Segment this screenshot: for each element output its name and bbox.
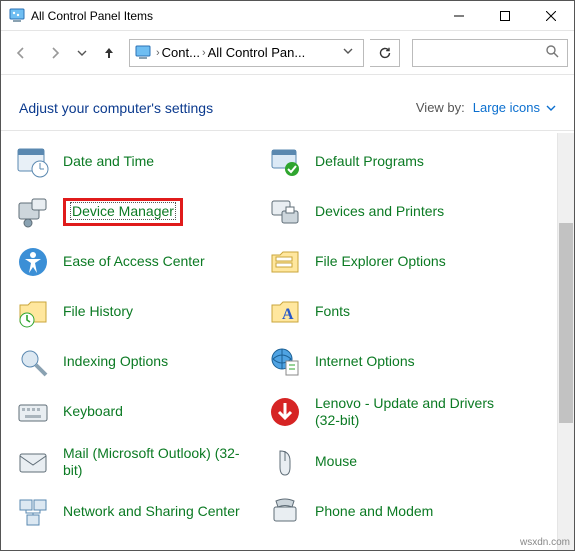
view-by-value: Large icons — [473, 100, 540, 115]
item-label: Fonts — [315, 303, 350, 321]
devices-printers-icon — [267, 194, 303, 230]
view-by-dropdown[interactable]: Large icons — [473, 100, 556, 115]
lenovo-update-icon — [267, 394, 303, 430]
item-phone-modem[interactable]: Phone and Modem — [267, 487, 519, 537]
control-panel-icon — [134, 44, 152, 62]
minimize-button[interactable] — [436, 1, 482, 31]
address-bar[interactable]: › Cont... › All Control Pan... — [129, 39, 364, 67]
items-grid: Date and Time Default Programs Device Ma… — [1, 133, 557, 550]
item-ease-of-access[interactable]: Ease of Access Center — [15, 237, 267, 287]
phone-modem-icon — [267, 494, 303, 530]
navigation-toolbar: › Cont... › All Control Pan... — [1, 31, 574, 75]
fonts-icon: A — [267, 294, 303, 330]
highlighted-item: Device Manager — [63, 198, 183, 226]
search-input[interactable] — [412, 39, 568, 67]
item-mouse[interactable]: Mouse — [267, 437, 519, 487]
scrollbar-thumb[interactable] — [559, 223, 573, 423]
item-label: Devices and Printers — [315, 203, 444, 221]
item-keyboard[interactable]: Keyboard — [15, 387, 267, 437]
item-label: Lenovo - Update and Drivers (32-bit) — [315, 395, 505, 430]
network-icon — [15, 494, 51, 530]
item-label: Network and Sharing Center — [63, 503, 240, 521]
page-heading: Adjust your computer's settings — [19, 100, 213, 116]
chevron-down-icon[interactable] — [337, 46, 359, 59]
item-internet-options[interactable]: Internet Options — [267, 337, 519, 387]
view-by-label: View by: — [416, 100, 465, 115]
breadcrumb-seg-2[interactable]: All Control Pan... — [208, 45, 306, 60]
title-bar: All Control Panel Items — [1, 1, 574, 31]
power-icon — [15, 544, 51, 550]
mail-icon — [15, 444, 51, 480]
item-programs-features[interactable]: Programs and Features — [267, 537, 519, 550]
history-dropdown-icon[interactable] — [75, 48, 89, 58]
item-label: Default Programs — [315, 153, 424, 171]
refresh-button[interactable] — [370, 39, 400, 67]
item-label: Mouse — [315, 453, 357, 471]
keyboard-icon — [15, 394, 51, 430]
window-title: All Control Panel Items — [31, 9, 153, 23]
folder-options-icon — [267, 244, 303, 280]
vertical-scrollbar[interactable] — [557, 133, 574, 550]
item-file-explorer-options[interactable]: File Explorer Options — [267, 237, 519, 287]
mouse-icon — [267, 444, 303, 480]
item-label: Phone and Modem — [315, 503, 433, 521]
ease-of-access-icon — [15, 244, 51, 280]
search-icon — [545, 44, 559, 61]
maximize-button[interactable] — [482, 1, 528, 31]
settings-header: Adjust your computer's settings View by:… — [1, 85, 574, 131]
watermark: wsxdn.com — [520, 537, 570, 548]
item-label: File History — [63, 303, 133, 321]
internet-options-icon — [267, 344, 303, 380]
svg-text:A: A — [282, 306, 294, 323]
item-label: Internet Options — [315, 353, 415, 371]
item-default-programs[interactable]: Default Programs — [267, 137, 519, 187]
item-network-sharing[interactable]: Network and Sharing Center — [15, 487, 267, 537]
item-file-history[interactable]: File History — [15, 287, 267, 337]
item-indexing-options[interactable]: Indexing Options — [15, 337, 267, 387]
item-devices-and-printers[interactable]: Devices and Printers — [267, 187, 519, 237]
item-mail[interactable]: Mail (Microsoft Outlook) (32-bit) — [15, 437, 267, 487]
back-button[interactable] — [7, 39, 35, 67]
item-power-options[interactable]: Power Options — [15, 537, 267, 550]
close-button[interactable] — [528, 1, 574, 31]
breadcrumb-seg-1[interactable]: Cont... — [162, 45, 200, 60]
item-label: Keyboard — [63, 403, 123, 421]
item-label: Date and Time — [63, 153, 154, 171]
item-label: Ease of Access Center — [63, 253, 205, 271]
indexing-icon — [15, 344, 51, 380]
item-date-and-time[interactable]: Date and Time — [15, 137, 267, 187]
default-programs-icon — [267, 144, 303, 180]
forward-button[interactable] — [41, 39, 69, 67]
item-label: Indexing Options — [63, 353, 168, 371]
item-lenovo-update[interactable]: Lenovo - Update and Drivers (32-bit) — [267, 387, 519, 437]
item-fonts[interactable]: A Fonts — [267, 287, 519, 337]
up-button[interactable] — [95, 39, 123, 67]
chevron-down-icon — [546, 103, 556, 113]
date-time-icon — [15, 144, 51, 180]
device-manager-icon — [15, 194, 51, 230]
item-device-manager[interactable]: Device Manager — [15, 187, 267, 237]
file-history-icon — [15, 294, 51, 330]
chevron-right-icon[interactable]: › — [154, 47, 162, 59]
chevron-right-icon[interactable]: › — [200, 47, 208, 59]
control-panel-icon — [9, 8, 25, 24]
item-label: Mail (Microsoft Outlook) (32-bit) — [63, 445, 253, 480]
programs-features-icon — [267, 544, 303, 550]
item-label: File Explorer Options — [315, 253, 446, 271]
item-label: Device Manager — [70, 202, 176, 220]
